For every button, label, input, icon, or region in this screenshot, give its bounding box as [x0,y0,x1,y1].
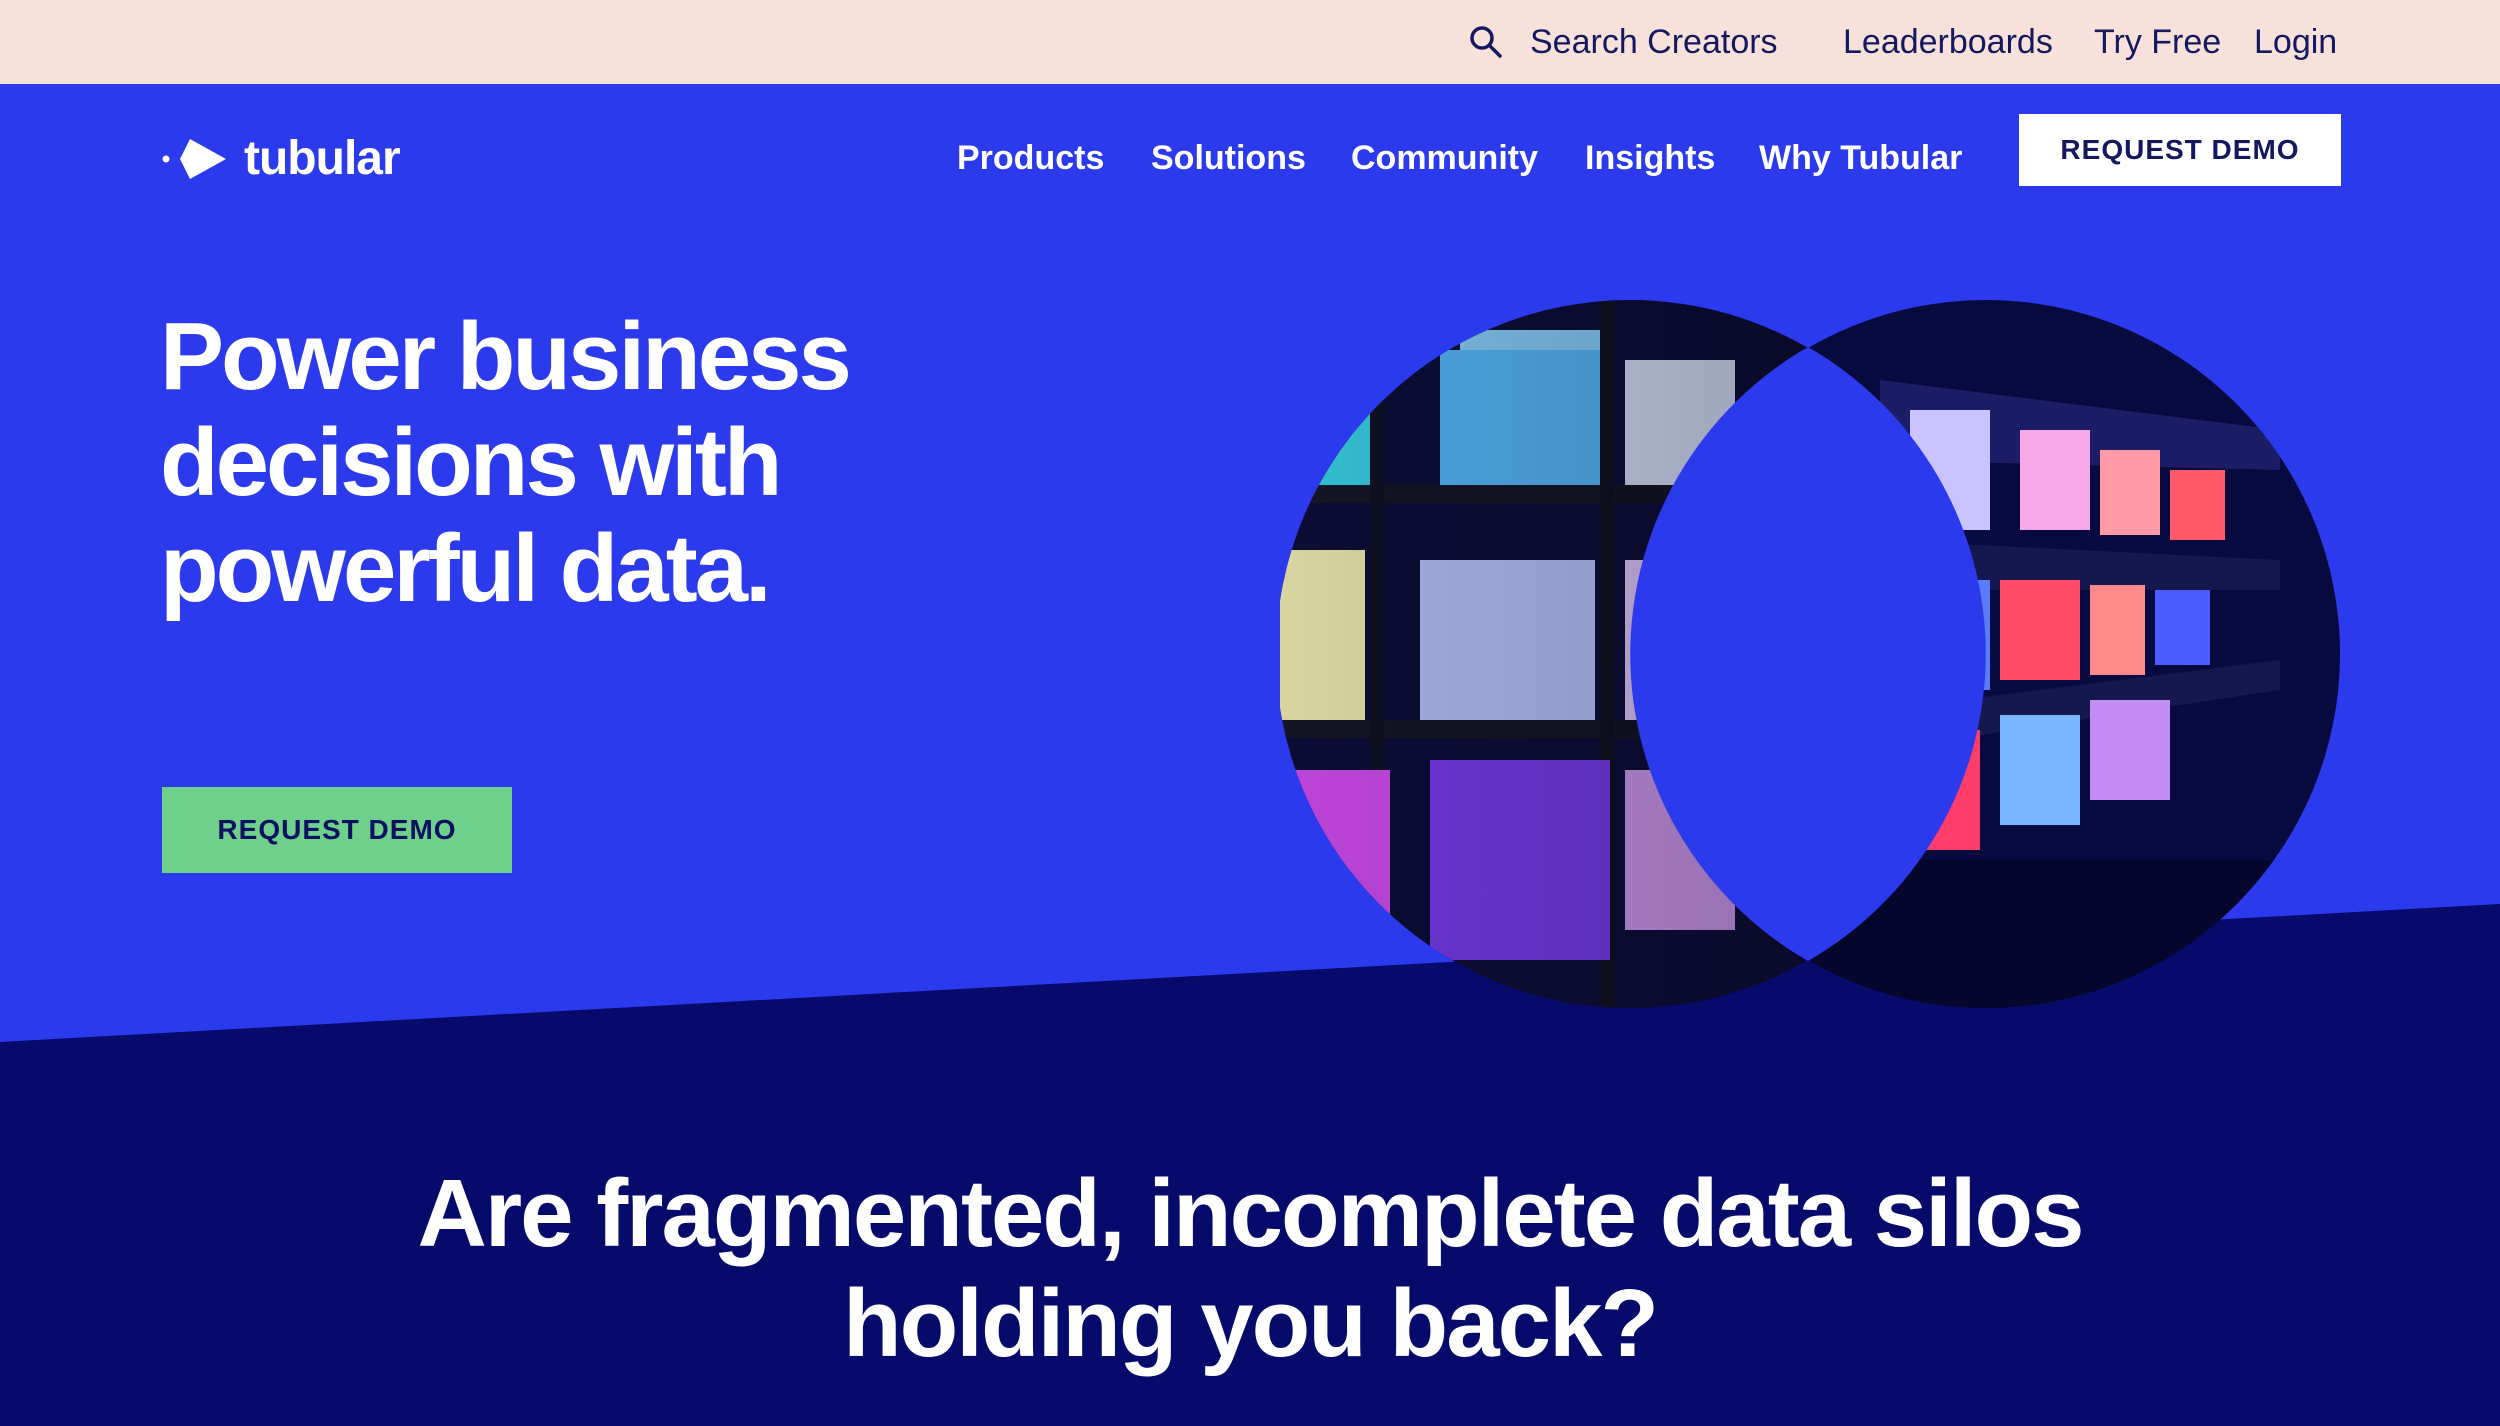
nav-why-tubular[interactable]: Why Tubular [1759,128,1962,188]
nav-community[interactable]: Community [1351,128,1538,188]
nav-insights[interactable]: Insights [1585,128,1715,188]
request-demo-nav-button[interactable]: REQUEST DEMO [2019,114,2341,186]
login-link[interactable]: Login [2254,20,2337,64]
nav-solutions[interactable]: Solutions [1151,128,1306,188]
nav-products[interactable]: Products [957,128,1104,188]
page: Search Creators Leaderboards Try Free Lo… [0,0,2500,1426]
utility-bar: Search Creators Leaderboards Try Free Lo… [0,0,2500,84]
hero-image [1280,300,2340,1008]
section-headline: Are fragmented, incomplete data silos ho… [417,1160,2084,1377]
search-creators-label: Search Creators [1530,22,1778,61]
tubular-logo[interactable]: tubular [160,128,401,188]
hero-headline: Power business decisions with powerful d… [160,303,852,622]
logo-text: tubular [244,131,401,185]
logo-mark-icon [162,139,226,179]
search-icon [1470,26,1502,58]
hero-section: tubular Products Solutions Community Ins… [0,84,2500,1426]
leaderboards-link[interactable]: Leaderboards [1843,20,2053,64]
try-free-link[interactable]: Try Free [2094,20,2221,64]
search-creators-link[interactable]: Search Creators [1468,20,1778,64]
request-demo-hero-button[interactable]: REQUEST DEMO [162,787,512,873]
